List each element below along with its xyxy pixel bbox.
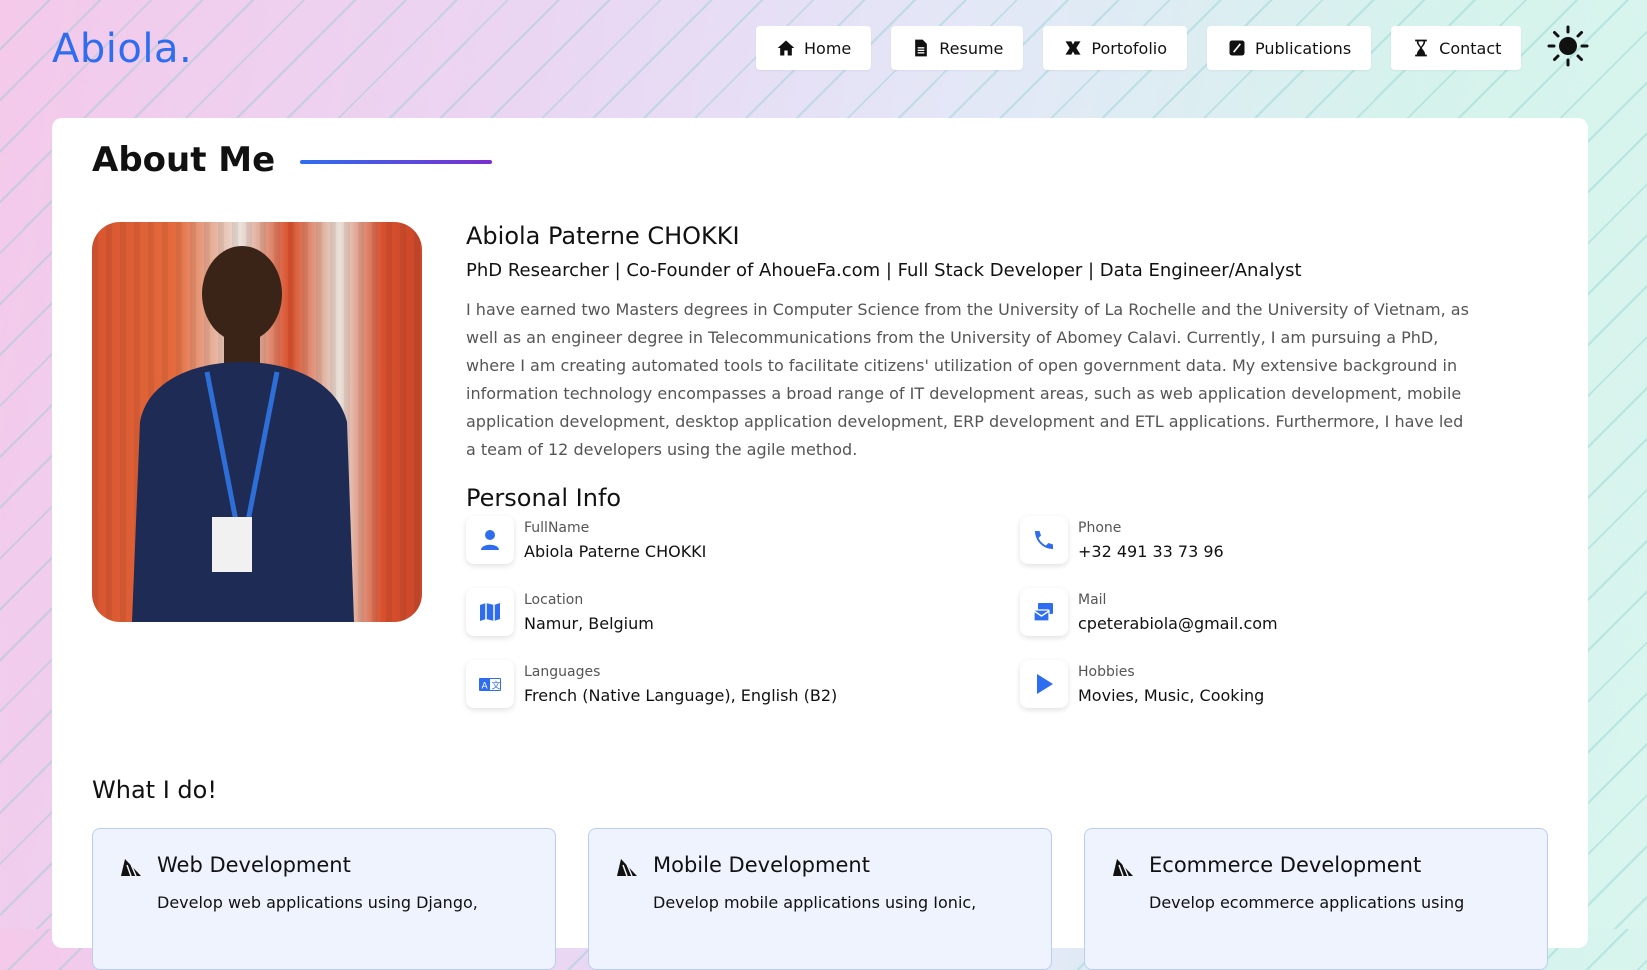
nav-contact-button[interactable]: Contact xyxy=(1391,26,1522,70)
translate-icon: A文 xyxy=(479,678,501,692)
nav-publications-button[interactable]: Publications xyxy=(1207,26,1372,70)
play-icon xyxy=(1037,674,1053,694)
about-title: About Me xyxy=(92,140,276,180)
info-hobbies: Hobbies Movies, Music, Cooking xyxy=(1020,660,1264,708)
service-card-web: Web Development Develop web applications… xyxy=(92,828,556,970)
info-label: Phone xyxy=(1078,519,1122,536)
info-label: Location xyxy=(524,591,584,608)
info-languages: A文 Languages French (Native Language), E… xyxy=(466,660,837,708)
service-desc: Develop mobile applications using Ionic, xyxy=(653,893,977,912)
site-logo[interactable]: Abiola. xyxy=(52,26,192,72)
service-icon xyxy=(1113,859,1133,877)
pen-icon xyxy=(1229,40,1245,56)
mail-icon xyxy=(1033,603,1053,622)
service-desc: Develop web applications using Django, xyxy=(157,893,478,912)
bio-paragraph: I have earned two Masters degrees in Com… xyxy=(466,300,1469,459)
nav-contact-label: Contact xyxy=(1439,38,1502,58)
full-name: Abiola Paterne CHOKKI xyxy=(466,222,740,250)
nav-home-button[interactable]: Home xyxy=(756,26,872,70)
info-label: FullName xyxy=(524,519,590,536)
info-value: Namur, Belgium xyxy=(524,613,654,633)
service-icon xyxy=(121,859,141,877)
nav-home-label: Home xyxy=(804,38,852,58)
svg-text:文: 文 xyxy=(492,680,501,692)
phone-icon xyxy=(1035,531,1053,549)
service-card-mobile: Mobile Development Develop mobile applic… xyxy=(588,828,1052,970)
hourglass-icon xyxy=(1415,39,1427,57)
title-underline xyxy=(300,160,492,164)
info-label: Mail xyxy=(1078,591,1107,608)
info-value: Abiola Paterne CHOKKI xyxy=(524,541,707,561)
nav-portofolio-button[interactable]: Portofolio xyxy=(1043,26,1188,70)
profile-photo xyxy=(92,222,422,622)
info-label: Languages xyxy=(524,663,601,680)
personal-info-title: Personal Info xyxy=(466,484,622,512)
main-nav: Home Resume Portofolio Publications Cont… xyxy=(756,26,1522,70)
svg-text:A: A xyxy=(482,682,489,692)
info-fullname: FullName Abiola Paterne CHOKKI xyxy=(466,516,706,564)
info-value: cpeterabiola@gmail.com xyxy=(1078,613,1278,633)
document-icon xyxy=(915,39,928,57)
about-card: About Me Abiola Paterne CHOKKI PhD Resea… xyxy=(52,118,1588,970)
person-illustration xyxy=(132,246,354,622)
service-title: Ecommerce Development xyxy=(1149,853,1422,877)
info-location: Location Namur, Belgium xyxy=(466,588,654,636)
info-label: Hobbies xyxy=(1078,663,1135,680)
map-icon xyxy=(480,603,500,621)
service-title: Web Development xyxy=(157,853,351,877)
info-value: Movies, Music, Cooking xyxy=(1078,685,1265,705)
home-icon xyxy=(777,40,795,56)
role-line: PhD Researcher | Co-Founder of AhoueFa.c… xyxy=(466,260,1302,281)
info-value: +32 491 33 73 96 xyxy=(1078,541,1224,561)
nav-publications-label: Publications xyxy=(1255,38,1352,58)
user-icon xyxy=(481,530,499,550)
service-card-ecommerce: Ecommerce Development Develop ecommerce … xyxy=(1084,828,1548,970)
info-mail: Mail cpeterabiola@gmail.com xyxy=(1020,588,1278,636)
what-i-do-title: What I do! xyxy=(92,776,217,804)
puzzle-icon xyxy=(1065,41,1081,55)
service-title: Mobile Development xyxy=(653,853,870,877)
sun-icon[interactable] xyxy=(1546,24,1590,68)
info-value: French (Native Language), English (B2) xyxy=(524,685,838,705)
nav-resume-label: Resume xyxy=(939,38,1004,58)
info-phone: Phone +32 491 33 73 96 xyxy=(1020,516,1224,564)
nav-portofolio-label: Portofolio xyxy=(1091,38,1168,58)
nav-resume-button[interactable]: Resume xyxy=(891,26,1024,70)
service-desc: Develop ecommerce applications using xyxy=(1149,893,1465,912)
service-icon xyxy=(617,859,637,877)
